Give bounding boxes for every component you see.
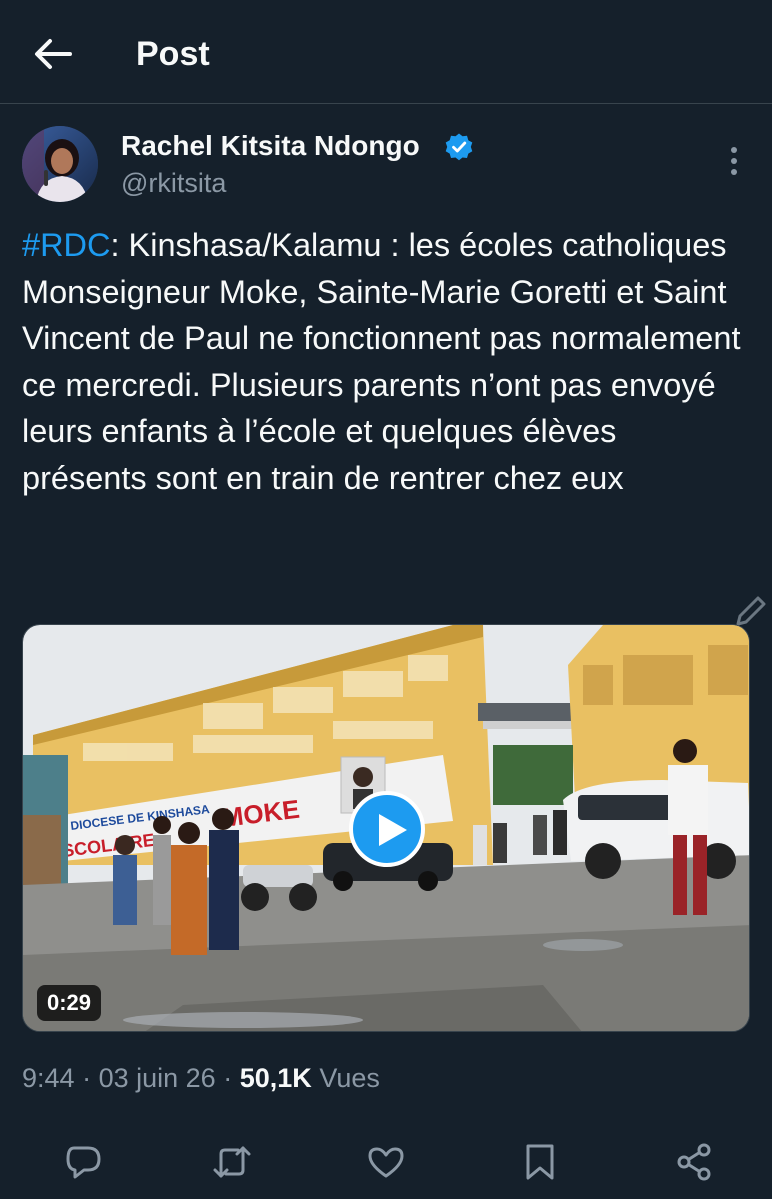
video-thumbnail[interactable]: DIOCESE DE KINSHASA SCOLAIRE MOKE 0:29 bbox=[22, 624, 750, 1032]
views-label: Vues bbox=[319, 1063, 380, 1093]
bookmark-icon[interactable] bbox=[518, 1140, 562, 1184]
play-icon[interactable] bbox=[375, 812, 409, 848]
top-bar: Post bbox=[0, 0, 772, 104]
avatar[interactable] bbox=[22, 126, 98, 202]
page-title: Post bbox=[136, 35, 210, 73]
arrow-left-icon[interactable] bbox=[30, 34, 76, 74]
tweet-body: : Kinshasa/Kalamu : les écoles catholiqu… bbox=[22, 227, 741, 496]
share-button[interactable] bbox=[672, 1140, 716, 1184]
meta-separator: · bbox=[223, 1063, 233, 1093]
back-button[interactable] bbox=[30, 34, 76, 74]
tweet-text: #RDC: Kinshasa/Kalamu : les écoles catho… bbox=[22, 222, 750, 501]
post-meta: 9:44 · 03 juin 26 · 50,1K Vues bbox=[22, 1060, 380, 1096]
repost-icon[interactable] bbox=[210, 1140, 254, 1184]
more-options-button[interactable] bbox=[720, 144, 748, 178]
author-handle[interactable]: @rkitsita bbox=[121, 166, 226, 200]
author-row: Rachel Kitsita Ndongo @rkitsita bbox=[22, 126, 752, 206]
verified-badge-icon bbox=[445, 133, 473, 161]
post-time[interactable]: 9:44 bbox=[22, 1063, 75, 1093]
author-display-name[interactable]: Rachel Kitsita Ndongo bbox=[121, 129, 420, 163]
play-button[interactable] bbox=[349, 791, 425, 867]
more-vertical-icon[interactable] bbox=[720, 144, 748, 178]
hashtag-link[interactable]: #RDC bbox=[22, 227, 111, 263]
post-date[interactable]: 03 juin 26 bbox=[99, 1063, 216, 1093]
action-bar bbox=[0, 1140, 772, 1190]
share-icon[interactable] bbox=[672, 1140, 716, 1184]
repost-button[interactable] bbox=[210, 1140, 254, 1184]
views-count[interactable]: 50,1K bbox=[240, 1063, 312, 1093]
reply-icon[interactable] bbox=[62, 1140, 106, 1184]
heart-icon[interactable] bbox=[364, 1140, 408, 1184]
video-duration-badge: 0:29 bbox=[37, 985, 102, 1021]
like-button[interactable] bbox=[364, 1140, 408, 1184]
meta-separator: · bbox=[82, 1063, 92, 1093]
reply-button[interactable] bbox=[62, 1140, 106, 1184]
bookmark-button[interactable] bbox=[518, 1140, 562, 1184]
